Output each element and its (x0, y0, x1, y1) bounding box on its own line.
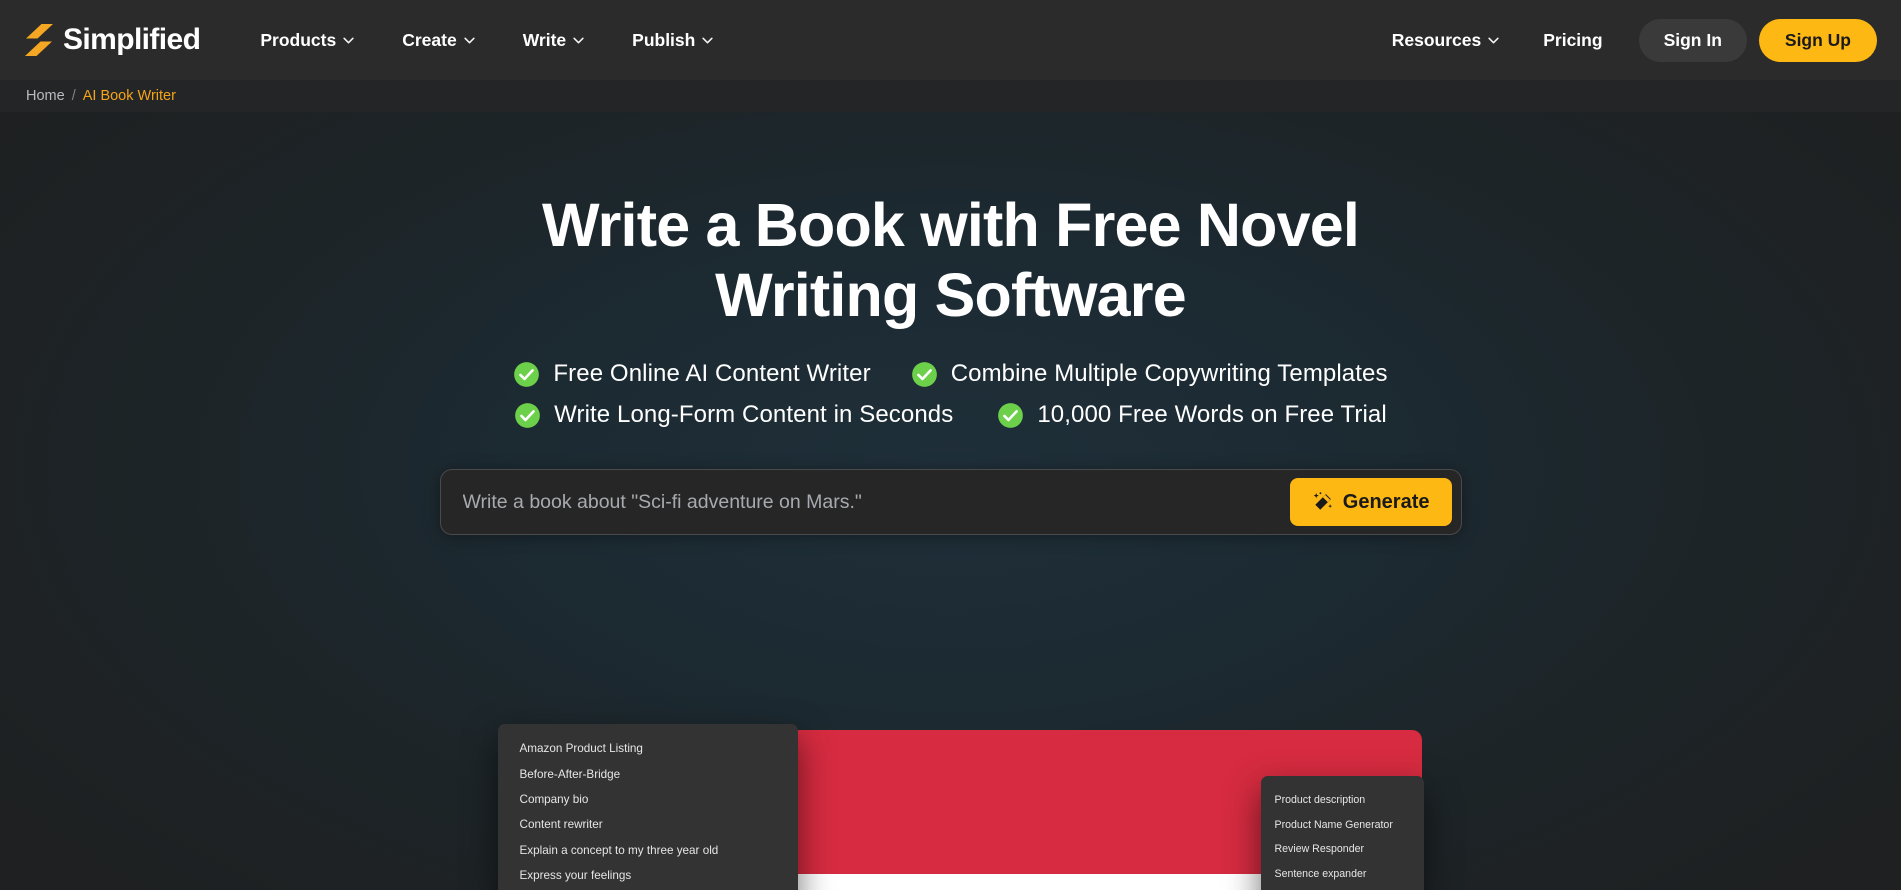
template-menu-left: Amazon Product Listing Before-After-Brid… (497, 724, 798, 890)
nav-item-products[interactable]: Products (236, 20, 378, 61)
chevron-down-icon (1488, 37, 1499, 44)
menu-item[interactable]: Before-After-Bridge (498, 761, 798, 786)
menu-item[interactable]: Product Name Generator (1261, 813, 1424, 838)
top-navbar: Simplified Products Create Write Publish… (0, 0, 1901, 80)
feature-label: Write Long-Form Content in Seconds (554, 401, 954, 429)
check-circle-icon (513, 361, 540, 388)
simplified-lightning-logo-icon (24, 24, 54, 56)
nav-label: Resources (1391, 29, 1482, 50)
nav-label: Write (522, 29, 567, 50)
chevron-down-icon (343, 37, 354, 44)
breadcrumb-separator: / (71, 88, 76, 104)
product-showcase: Write Amazon Product Listing Before-Afte… (480, 724, 1424, 890)
prompt-bar: Generate (439, 469, 1462, 536)
check-circle-icon (911, 361, 938, 388)
page-title: Write a Book with Free Novel Writing Sof… (541, 191, 1360, 330)
brand-logo[interactable]: Simplified (24, 23, 201, 56)
menu-item[interactable]: Review Responder (1261, 837, 1424, 862)
menu-item[interactable]: Sentence expander (1261, 862, 1424, 887)
feature-label: Free Online AI Content Writer (553, 360, 871, 388)
menu-item[interactable]: Amazon Product Listing (498, 736, 798, 761)
nav-item-create[interactable]: Create (378, 20, 498, 61)
feature-label: Combine Multiple Copywriting Templates (950, 360, 1388, 388)
menu-item[interactable]: Content rewriter (498, 812, 798, 837)
feature-item: Write Long-Form Content in Seconds (514, 401, 953, 429)
nav-item-pricing[interactable]: Pricing (1521, 20, 1624, 61)
magic-wand-icon (1312, 491, 1334, 513)
primary-nav: Products Create Write Publish (236, 20, 737, 61)
check-circle-icon (514, 402, 541, 429)
breadcrumb-item-current[interactable]: AI Book Writer (83, 88, 176, 104)
hero-section: Write a Book with Free Novel Writing Sof… (0, 112, 1901, 890)
nav-item-publish[interactable]: Publish (608, 20, 737, 61)
check-circle-icon (997, 402, 1024, 429)
chevron-down-icon (573, 37, 584, 44)
menu-item[interactable]: Product description (1261, 788, 1424, 813)
brand-name: Simplified (63, 23, 201, 56)
generate-button-label: Generate (1342, 490, 1430, 513)
nav-label: Products (260, 29, 337, 50)
feature-label: 10,000 Free Words on Free Trial (1037, 401, 1387, 429)
generate-button[interactable]: Generate (1289, 478, 1452, 527)
nav-item-write[interactable]: Write (499, 20, 608, 61)
sign-in-button[interactable]: Sign In (1638, 18, 1747, 62)
feature-list: Free Online AI Content Writer Combine Mu… (513, 360, 1387, 429)
menu-item[interactable]: Explain a concept to my three year old (498, 838, 798, 863)
menu-item[interactable]: Express your feelings (498, 863, 798, 888)
breadcrumb: Home / AI Book Writer (0, 80, 1901, 112)
nav-item-resources[interactable]: Resources (1370, 20, 1522, 61)
menu-item[interactable]: Company bio (498, 787, 798, 812)
feature-item: Free Online AI Content Writer (513, 360, 871, 388)
sign-up-button[interactable]: Sign Up (1758, 18, 1877, 62)
feature-row: Free Online AI Content Writer Combine Mu… (513, 360, 1387, 388)
secondary-nav: Resources Pricing Sign In Sign Up (1370, 18, 1877, 62)
template-menu-right: Product description Product Name Generat… (1260, 776, 1424, 890)
chevron-down-icon (702, 37, 714, 44)
menu-item[interactable]: Social Media Quotes (1261, 886, 1424, 890)
feature-item: 10,000 Free Words on Free Trial (997, 401, 1387, 429)
nav-label: Pricing (1543, 29, 1603, 50)
prompt-input[interactable] (456, 470, 1290, 535)
nav-label: Create (402, 29, 457, 50)
breadcrumb-item-home[interactable]: Home (26, 88, 65, 104)
page-root: Simplified Products Create Write Publish… (0, 0, 1901, 890)
nav-label: Publish (632, 29, 696, 50)
feature-item: Combine Multiple Copywriting Templates (911, 360, 1388, 388)
feature-row: Write Long-Form Content in Seconds 10,00… (514, 401, 1387, 429)
chevron-down-icon (464, 37, 475, 44)
